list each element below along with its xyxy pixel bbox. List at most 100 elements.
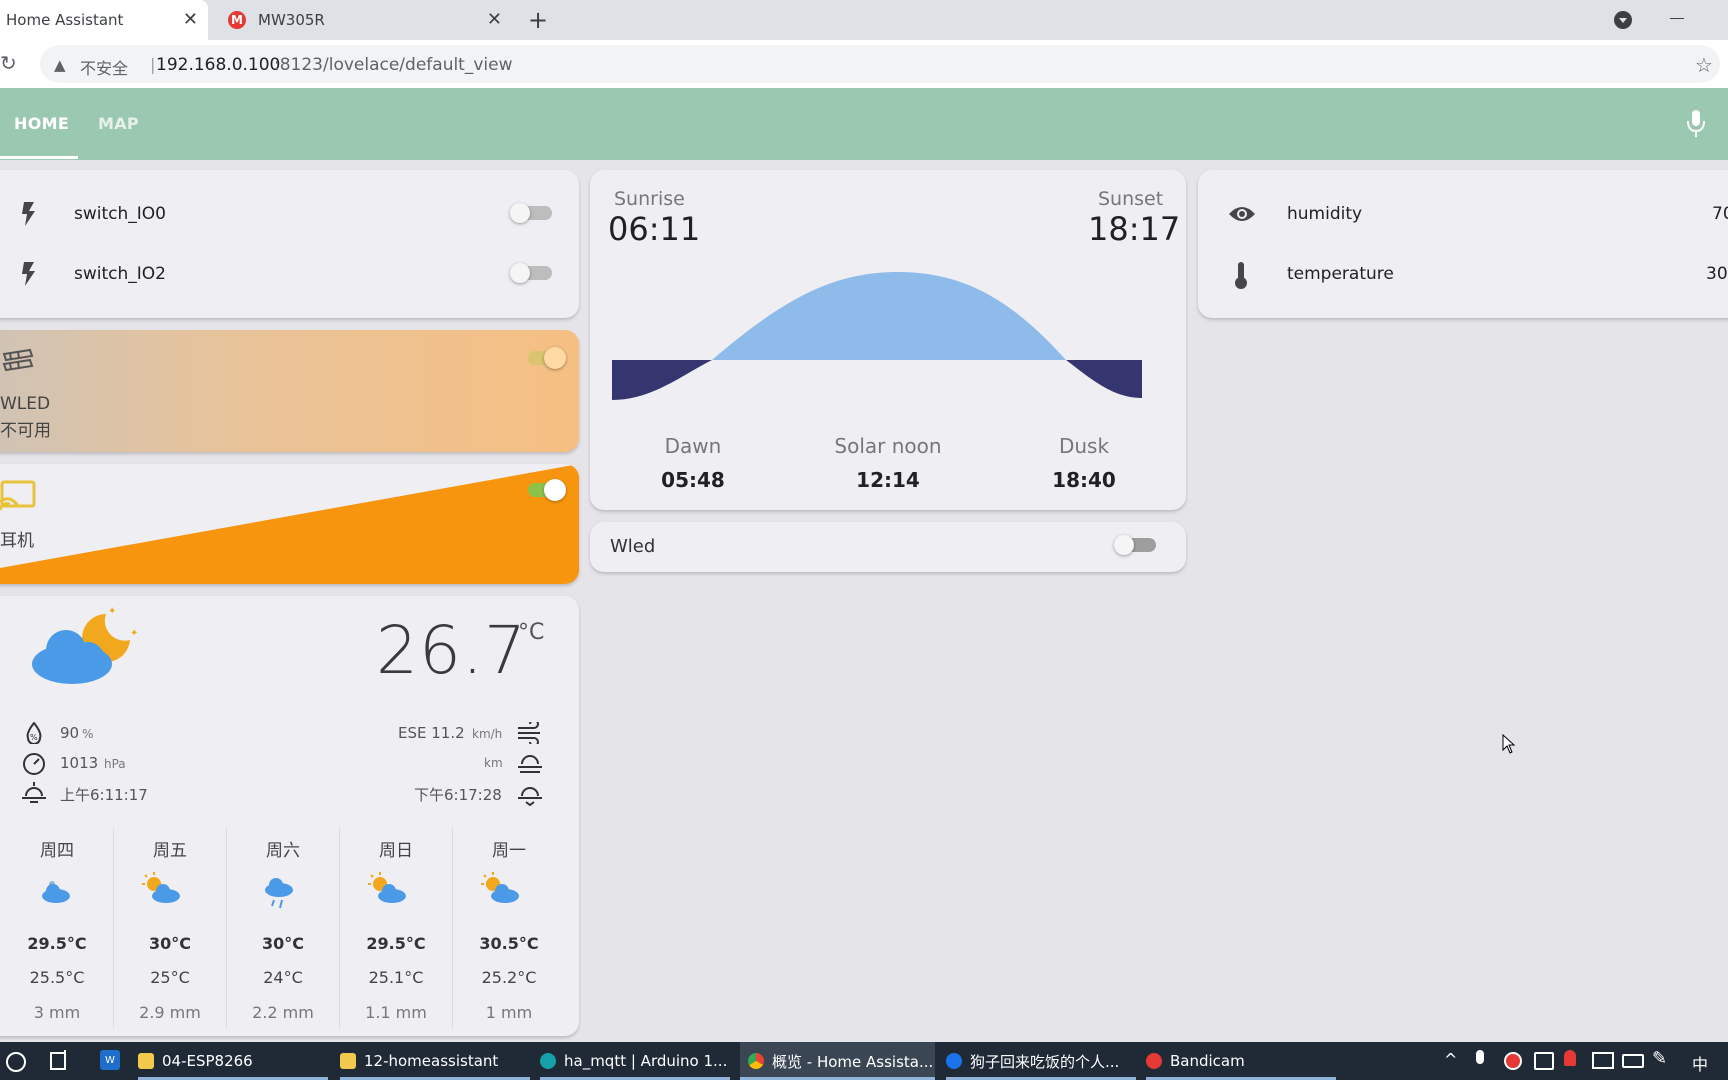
sun-path-graph: [612, 272, 1142, 400]
tray-record-icon[interactable]: [1504, 1052, 1522, 1070]
active-tab-indicator: [0, 156, 78, 159]
tray-chevron-icon[interactable]: ^: [1444, 1050, 1457, 1069]
tray-network-icon[interactable]: [1592, 1052, 1614, 1069]
forecast-low: 25.1°C: [368, 968, 424, 987]
minimize-button[interactable]: [1670, 18, 1684, 19]
new-tab-button[interactable]: +: [528, 6, 548, 34]
taskbar-label: 概览 - Home Assista...: [772, 1052, 934, 1071]
fog-icon: [518, 755, 542, 773]
taskbar-label: 12-homeassistant: [364, 1052, 499, 1070]
switch-io2-toggle[interactable]: [510, 263, 554, 283]
tray-qq-icon[interactable]: [1564, 1050, 1576, 1066]
earphone-card[interactable]: [0, 464, 579, 584]
solar-noon-label: Solar noon: [834, 434, 942, 458]
wled-name: WLED: [0, 394, 51, 414]
url-host[interactable]: 192.168.0.100: [156, 55, 280, 75]
earphone-card-fill: [0, 464, 579, 584]
url-path[interactable]: :8123/lovelace/default_view: [274, 55, 513, 75]
forecast-divider: [226, 828, 227, 1028]
forecast-divider: [113, 828, 114, 1028]
taskbar-item-active[interactable]: 概览 - Home Assista...: [740, 1042, 935, 1080]
tab-title: Home Assistant: [6, 11, 124, 29]
taskbar-label: 04-ESP8266: [162, 1052, 253, 1070]
wled-toggle[interactable]: [520, 347, 566, 369]
partly-cloudy-icon: [368, 872, 406, 903]
forecast-high: 29.5°C: [27, 934, 87, 953]
tab-mw305r[interactable]: M MW305R ✕: [222, 0, 512, 40]
sunset-label: Sunset: [1098, 188, 1164, 210]
forecast-precipitation: 2.9 mm: [139, 1003, 201, 1022]
forecast-day: 周六: [266, 841, 300, 861]
forecast-low: 24°C: [263, 968, 303, 987]
input-method-indicator[interactable]: 中: [1692, 1051, 1708, 1075]
forecast-low: 25.2°C: [481, 968, 537, 987]
wled-switch-name[interactable]: Wled: [610, 536, 655, 557]
sensor-value: 30: [1706, 264, 1728, 284]
partly-cloudy-night-icon: ✦ ✦: [32, 606, 138, 684]
folder-icon: [138, 1053, 154, 1069]
sensor-name[interactable]: temperature: [1287, 264, 1394, 284]
forecast-precipitation: 1.1 mm: [365, 1003, 427, 1022]
forecast-divider: [452, 828, 453, 1028]
tray-battery-icon[interactable]: [1622, 1054, 1644, 1068]
tab-home-assistant[interactable]: Home Assistant ✕: [0, 0, 208, 40]
arduino-icon: [540, 1053, 556, 1069]
task-view-icon[interactable]: [50, 1050, 70, 1070]
close-tab-icon[interactable]: ✕: [183, 10, 198, 30]
forecast-precipitation: 1 mm: [485, 1003, 533, 1022]
taskbar-item[interactable]: Bandicam: [1146, 1042, 1336, 1080]
solar-noon-time: 12:14: [856, 468, 920, 492]
security-label[interactable]: 不安全: [80, 55, 128, 79]
taskbar-item[interactable]: ha_mqtt | Arduino 1...: [540, 1042, 730, 1080]
close-tab-icon[interactable]: ✕: [487, 10, 502, 30]
taskbar-item[interactable]: 狗子回来吃饭的个人...: [946, 1042, 1136, 1080]
sensor-card: [1198, 170, 1728, 318]
search-icon[interactable]: [6, 1052, 26, 1072]
folder-icon: [340, 1053, 356, 1069]
forecast-day: 周四: [40, 841, 74, 861]
cloudy-icon: [42, 881, 70, 903]
mw305r-favicon: M: [228, 11, 246, 29]
app-icon[interactable]: W: [100, 1050, 120, 1070]
thermometer-icon: [1235, 262, 1247, 289]
forecast-day: 周日: [379, 841, 413, 861]
wind-value: ESE 11.2: [398, 724, 465, 742]
bookmark-star-icon[interactable]: ☆: [1695, 53, 1713, 77]
wled-light-card[interactable]: [0, 330, 579, 452]
dusk-time: 18:40: [1052, 468, 1116, 492]
taskbar-label: ha_mqtt | Arduino 1...: [564, 1052, 728, 1070]
night-area: [1066, 360, 1142, 398]
tab-map[interactable]: MAP: [98, 114, 139, 133]
switch-io0-toggle[interactable]: [510, 203, 554, 223]
reload-icon[interactable]: ↻: [0, 51, 17, 75]
microphone-icon[interactable]: [1685, 108, 1707, 140]
tab-home[interactable]: HOME: [14, 114, 69, 133]
entity-name[interactable]: switch_IO2: [74, 264, 166, 284]
sensor-value: 70: [1712, 204, 1728, 224]
day-area: [712, 272, 1066, 360]
tray-microphone-icon[interactable]: [1476, 1050, 1484, 1064]
temperature-unit: °C: [518, 620, 545, 645]
sensor-name[interactable]: humidity: [1287, 204, 1362, 224]
rainy-icon: [265, 878, 293, 909]
entity-name[interactable]: switch_IO0: [74, 204, 166, 224]
tab-title: MW305R: [258, 11, 325, 29]
partly-cloudy-icon: [142, 872, 180, 903]
taskbar-item[interactable]: 12-homeassistant: [340, 1042, 530, 1080]
taskbar-item[interactable]: 04-ESP8266: [138, 1042, 328, 1080]
chrome-icon: [748, 1053, 764, 1069]
wled-switch-toggle[interactable]: [1114, 535, 1158, 555]
earphone-toggle[interactable]: [520, 479, 566, 501]
svg-text:✦: ✦: [130, 628, 138, 639]
tray-app-icon[interactable]: [1534, 1052, 1554, 1070]
weather-sunset: 下午6:17:28: [414, 786, 502, 804]
sunset-time: 18:17: [1088, 210, 1181, 248]
tab-search-icon[interactable]: [1614, 11, 1632, 29]
warning-icon[interactable]: ▲: [54, 56, 66, 74]
sunset-icon: [518, 787, 542, 806]
mouse-cursor-icon: [1502, 734, 1516, 754]
forecast-high: 30.5°C: [479, 934, 539, 953]
forecast-high: 29.5°C: [366, 934, 426, 953]
tray-pen-icon[interactable]: ✎: [1652, 1048, 1667, 1069]
wled-status: 不可用: [0, 421, 51, 441]
